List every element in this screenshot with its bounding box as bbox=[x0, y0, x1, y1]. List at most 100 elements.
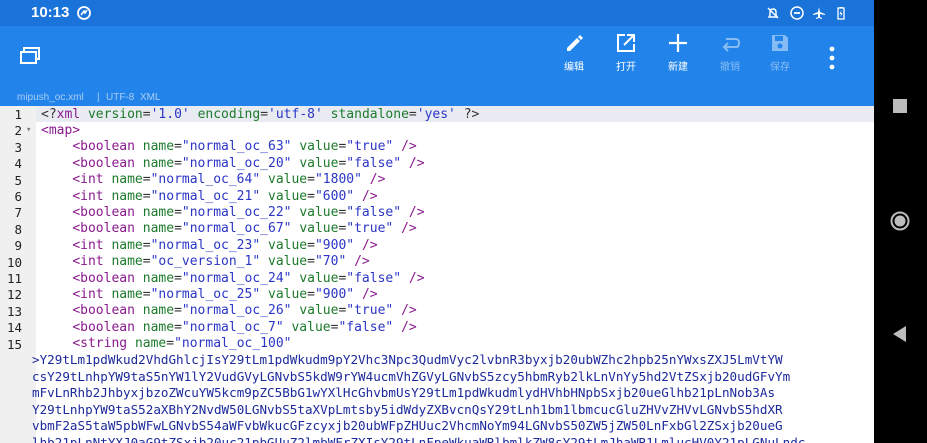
token-val: "true" bbox=[346, 221, 394, 237]
wrapped-string-content: >Y29tLm1pdWkud2VhdGhlcjIsY29tLm1pdWkudm9… bbox=[32, 352, 874, 443]
token-tag: <boolean bbox=[72, 221, 135, 237]
line-number: 8 bbox=[14, 221, 22, 237]
undo-icon bbox=[722, 38, 741, 52]
status-time: 10:13 bbox=[31, 4, 70, 21]
triangle-back-icon bbox=[893, 326, 906, 342]
code-line: <?xml version='1.0' encoding='utf-8' sta… bbox=[41, 107, 479, 123]
system-navigation-bar bbox=[874, 0, 927, 443]
line-number: 7 bbox=[14, 205, 22, 221]
token-pun: = bbox=[408, 106, 417, 122]
token-pun: = bbox=[142, 106, 151, 122]
token-pun: = bbox=[174, 303, 182, 319]
token-val: "1800" bbox=[314, 172, 362, 188]
save-label: 保存 bbox=[770, 62, 790, 73]
line-number-gutter: 1 2 3 4 5 6 7 8 9 10 11 12 13 14 15 bbox=[0, 106, 36, 443]
token-attr: name bbox=[142, 221, 175, 237]
recents-button[interactable] bbox=[890, 96, 910, 116]
undo-button[interactable]: 撤销 bbox=[708, 32, 752, 80]
line-number: 3 bbox=[14, 139, 22, 155]
token-tag: <boolean bbox=[72, 303, 135, 319]
file-name: mipush_oc.xml bbox=[17, 92, 84, 103]
token-pun bbox=[401, 271, 409, 286]
open-button[interactable]: 打开 bbox=[604, 32, 648, 80]
line-number: 13 bbox=[6, 303, 22, 319]
token-pun: = bbox=[307, 286, 315, 302]
tabs-icon[interactable] bbox=[18, 44, 42, 68]
token-pun: = bbox=[307, 237, 315, 253]
code-editor[interactable]: 1 2 3 4 5 6 7 8 9 10 11 12 13 14 15 ▾ <?xml version='1… bbox=[0, 106, 874, 443]
token-val: "normal_oc_63" bbox=[181, 139, 292, 155]
file-info-bar: mipush_oc.xml | UTF-8 XML bbox=[0, 90, 874, 106]
token-tag: <string bbox=[72, 336, 128, 352]
back-button[interactable] bbox=[890, 324, 910, 344]
token-tag: /> bbox=[361, 286, 378, 302]
token-tag: /> bbox=[361, 237, 378, 253]
token-attr: value bbox=[299, 221, 339, 237]
token-val: "false" bbox=[346, 270, 402, 286]
token-val: 'utf-8' bbox=[268, 106, 323, 122]
token-val: "true" bbox=[346, 303, 394, 319]
token-val: "600" bbox=[314, 188, 355, 204]
token-attr: value bbox=[268, 172, 308, 188]
token-attr: name bbox=[111, 237, 143, 253]
token-attr: value bbox=[299, 303, 339, 319]
token-tag: /> bbox=[401, 221, 417, 237]
token-tag: xml bbox=[56, 106, 81, 122]
token-tag: /> bbox=[401, 303, 417, 319]
token-pun bbox=[354, 287, 362, 302]
home-button[interactable] bbox=[890, 211, 910, 231]
token-pun: <? bbox=[41, 106, 57, 122]
token-val: "normal_oc_25" bbox=[150, 286, 261, 302]
token-val: "normal_oc_67" bbox=[181, 221, 292, 237]
token-tag: /> bbox=[401, 319, 417, 335]
token-pun: = bbox=[174, 139, 182, 155]
token-attr: name bbox=[142, 204, 175, 220]
code-line: <string name="normal_oc_100" bbox=[41, 336, 291, 352]
token-pun bbox=[260, 172, 268, 187]
token-pun: = bbox=[142, 286, 151, 302]
status-bar: 10:13 bbox=[0, 0, 874, 26]
token-tag: <int bbox=[72, 237, 104, 253]
token-pun bbox=[346, 254, 354, 269]
line-number: 5 bbox=[14, 172, 22, 188]
open-label: 打开 bbox=[616, 62, 636, 73]
save-button[interactable]: 保存 bbox=[758, 32, 802, 80]
more-options-icon[interactable] bbox=[822, 44, 842, 72]
token-pun bbox=[260, 238, 268, 253]
token-pun: = bbox=[307, 172, 315, 188]
fold-toggle-icon[interactable]: ▾ bbox=[26, 125, 31, 135]
token-pun: = bbox=[307, 254, 315, 270]
token-val: "900" bbox=[314, 237, 355, 253]
app-screen: 10:13 编辑 打开 新建 撤销 保存 mipush_oc.xml | UTF… bbox=[0, 0, 874, 443]
token-pun bbox=[135, 221, 143, 236]
token-pun bbox=[393, 221, 401, 236]
token-val: "true" bbox=[346, 139, 394, 155]
token-val: "false" bbox=[346, 204, 402, 220]
token-attr: name bbox=[111, 172, 143, 188]
token-tag: /> bbox=[401, 139, 417, 155]
line-number: 15 bbox=[6, 336, 22, 352]
token-pun bbox=[127, 336, 135, 351]
code-line: <boolean name="normal_oc_20" value="fals… bbox=[41, 156, 424, 172]
token-pun: = bbox=[174, 319, 182, 335]
new-button[interactable]: 新建 bbox=[656, 32, 700, 80]
token-val: 'yes' bbox=[416, 106, 456, 122]
edit-button[interactable]: 编辑 bbox=[552, 32, 596, 80]
token-pun bbox=[362, 172, 370, 187]
code-line: <boolean name="normal_oc_24" value="fals… bbox=[41, 270, 424, 287]
token-pun: = bbox=[174, 270, 182, 286]
token-tag: /> bbox=[369, 172, 386, 188]
token-tag: /> bbox=[408, 204, 425, 220]
token-pun bbox=[135, 271, 143, 286]
code-line: <boolean name="normal_oc_7" value="false… bbox=[41, 319, 417, 336]
token-tag: <int bbox=[72, 254, 104, 270]
line-number: 11 bbox=[6, 271, 22, 286]
open-external-icon bbox=[617, 34, 635, 52]
pencil-icon bbox=[567, 35, 583, 51]
app-toolbar: 编辑 打开 新建 撤销 保存 bbox=[0, 26, 874, 90]
token-tag: <map> bbox=[41, 122, 81, 138]
line-number: 2 bbox=[14, 123, 22, 139]
